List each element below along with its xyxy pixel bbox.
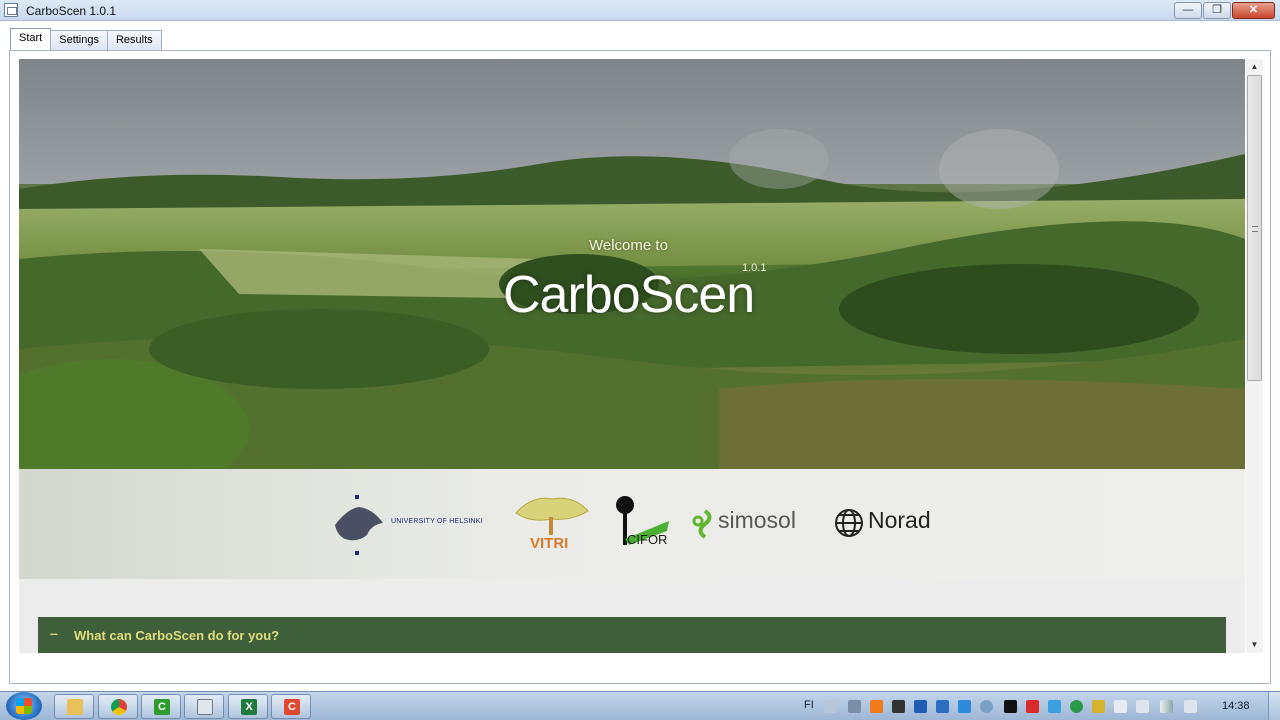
taskbar-explorer[interactable]: [54, 694, 94, 719]
carboscen-green-icon: C: [154, 699, 170, 715]
app-brand-title: CarboScen: [503, 266, 755, 324]
tray-device-icon[interactable]: [1136, 700, 1149, 713]
partner-logo-strip: UNIVERSITY OF HELSINKI VITRI CIFOR simos…: [19, 469, 1245, 579]
tray-yellow-icon[interactable]: [1092, 700, 1105, 713]
show-desktop-button[interactable]: [1268, 692, 1280, 720]
skype-icon[interactable]: [980, 700, 993, 713]
what-can-carboscen-do-section[interactable]: – What can CarboScen do for you?: [38, 617, 1226, 653]
tray-app-icon[interactable]: [848, 700, 861, 713]
simosol-leaf-icon: [692, 509, 712, 539]
taskbar-carboscen-red[interactable]: C: [271, 694, 311, 719]
network-icon[interactable]: [1160, 700, 1173, 713]
maximize-button[interactable]: ❐: [1203, 2, 1231, 19]
collapse-icon[interactable]: –: [50, 625, 58, 641]
helsinki-emblem-icon: [335, 495, 383, 555]
taskbar-chrome[interactable]: [98, 694, 138, 719]
volume-icon[interactable]: [1184, 700, 1197, 713]
tray-window-icon[interactable]: [936, 700, 949, 713]
start-page-content: Welcome to 1.0.1 CarboScen UNIVERSITY OF…: [19, 59, 1245, 653]
keyboard-icon[interactable]: [824, 700, 837, 713]
window-title: CarboScen 1.0.1: [26, 4, 117, 18]
start-tab-panel: Welcome to 1.0.1 CarboScen UNIVERSITY OF…: [9, 50, 1271, 684]
vitri-logo: VITRI: [512, 495, 590, 555]
helsinki-logo-text: UNIVERSITY OF HELSINKI: [391, 518, 483, 525]
taskbar-notepad[interactable]: [184, 694, 224, 719]
scrollbar-thumb[interactable]: [1247, 75, 1262, 381]
simosol-logo-text: simosol: [718, 507, 796, 533]
folder-icon: [67, 699, 83, 715]
norad-globe-icon: [835, 509, 863, 537]
tray-tool-icon[interactable]: [892, 700, 905, 713]
tray-monitor-icon[interactable]: [1004, 700, 1017, 713]
windows-logo-icon: [16, 698, 32, 714]
tab-settings[interactable]: Settings: [50, 30, 108, 50]
taskbar-excel[interactable]: X: [228, 694, 268, 719]
title-bar: CarboScen 1.0.1 — ❐ ✕: [0, 0, 1280, 21]
language-indicator[interactable]: FI: [804, 699, 814, 711]
app-icon: [4, 3, 18, 17]
windows-taskbar: C X C FI 14:38: [0, 691, 1280, 720]
university-of-helsinki-logo: UNIVERSITY OF HELSINKI: [327, 495, 492, 555]
shield-icon[interactable]: [958, 700, 971, 713]
taskbar-clock[interactable]: 14:38: [1222, 700, 1250, 712]
grip-icon: [1252, 226, 1258, 232]
action-center-flag-icon[interactable]: [1114, 700, 1127, 713]
norad-logo: Norad: [834, 495, 944, 555]
notepad-icon: [197, 699, 213, 715]
norad-logo-text: Norad: [868, 507, 931, 533]
tab-results[interactable]: Results: [106, 30, 162, 50]
cifor-logo-text: CIFOR: [627, 532, 668, 547]
landscape-image: [19, 59, 1245, 469]
tray-cloud-icon[interactable]: [1048, 700, 1061, 713]
tab-bar: Start Settings Results: [10, 28, 162, 50]
window-controls: — ❐ ✕: [1173, 2, 1275, 19]
system-tray: FI: [800, 696, 1220, 718]
vitri-tree-icon: [515, 497, 589, 535]
scroll-down-arrow-icon[interactable]: ▼: [1246, 637, 1263, 653]
tray-red-icon[interactable]: [1026, 700, 1039, 713]
vertical-scrollbar[interactable]: ▲ ▼: [1246, 59, 1263, 653]
excel-icon: X: [241, 699, 257, 715]
blogger-icon[interactable]: [870, 700, 883, 713]
start-button[interactable]: [6, 692, 42, 720]
scroll-up-arrow-icon[interactable]: ▲: [1246, 59, 1263, 75]
close-button[interactable]: ✕: [1232, 2, 1275, 19]
tray-globe-icon[interactable]: [1070, 700, 1083, 713]
carboscen-red-icon: C: [284, 699, 300, 715]
chrome-icon: [111, 699, 127, 715]
section-heading: What can CarboScen do for you?: [74, 628, 280, 643]
welcome-text: Welcome to: [589, 237, 668, 254]
taskbar-carboscen-green[interactable]: C: [141, 694, 181, 719]
vitri-logo-text: VITRI: [530, 535, 569, 552]
hero-banner: Welcome to 1.0.1 CarboScen: [19, 59, 1245, 469]
simosol-logo: simosol: [692, 495, 817, 555]
minimize-button[interactable]: —: [1174, 2, 1202, 19]
window-client: Start Settings Results Welcome to 1.0.1 …: [0, 21, 1280, 691]
tab-start[interactable]: Start: [10, 28, 52, 50]
cifor-logo: CIFOR: [611, 495, 671, 555]
bluetooth-icon[interactable]: [914, 700, 927, 713]
